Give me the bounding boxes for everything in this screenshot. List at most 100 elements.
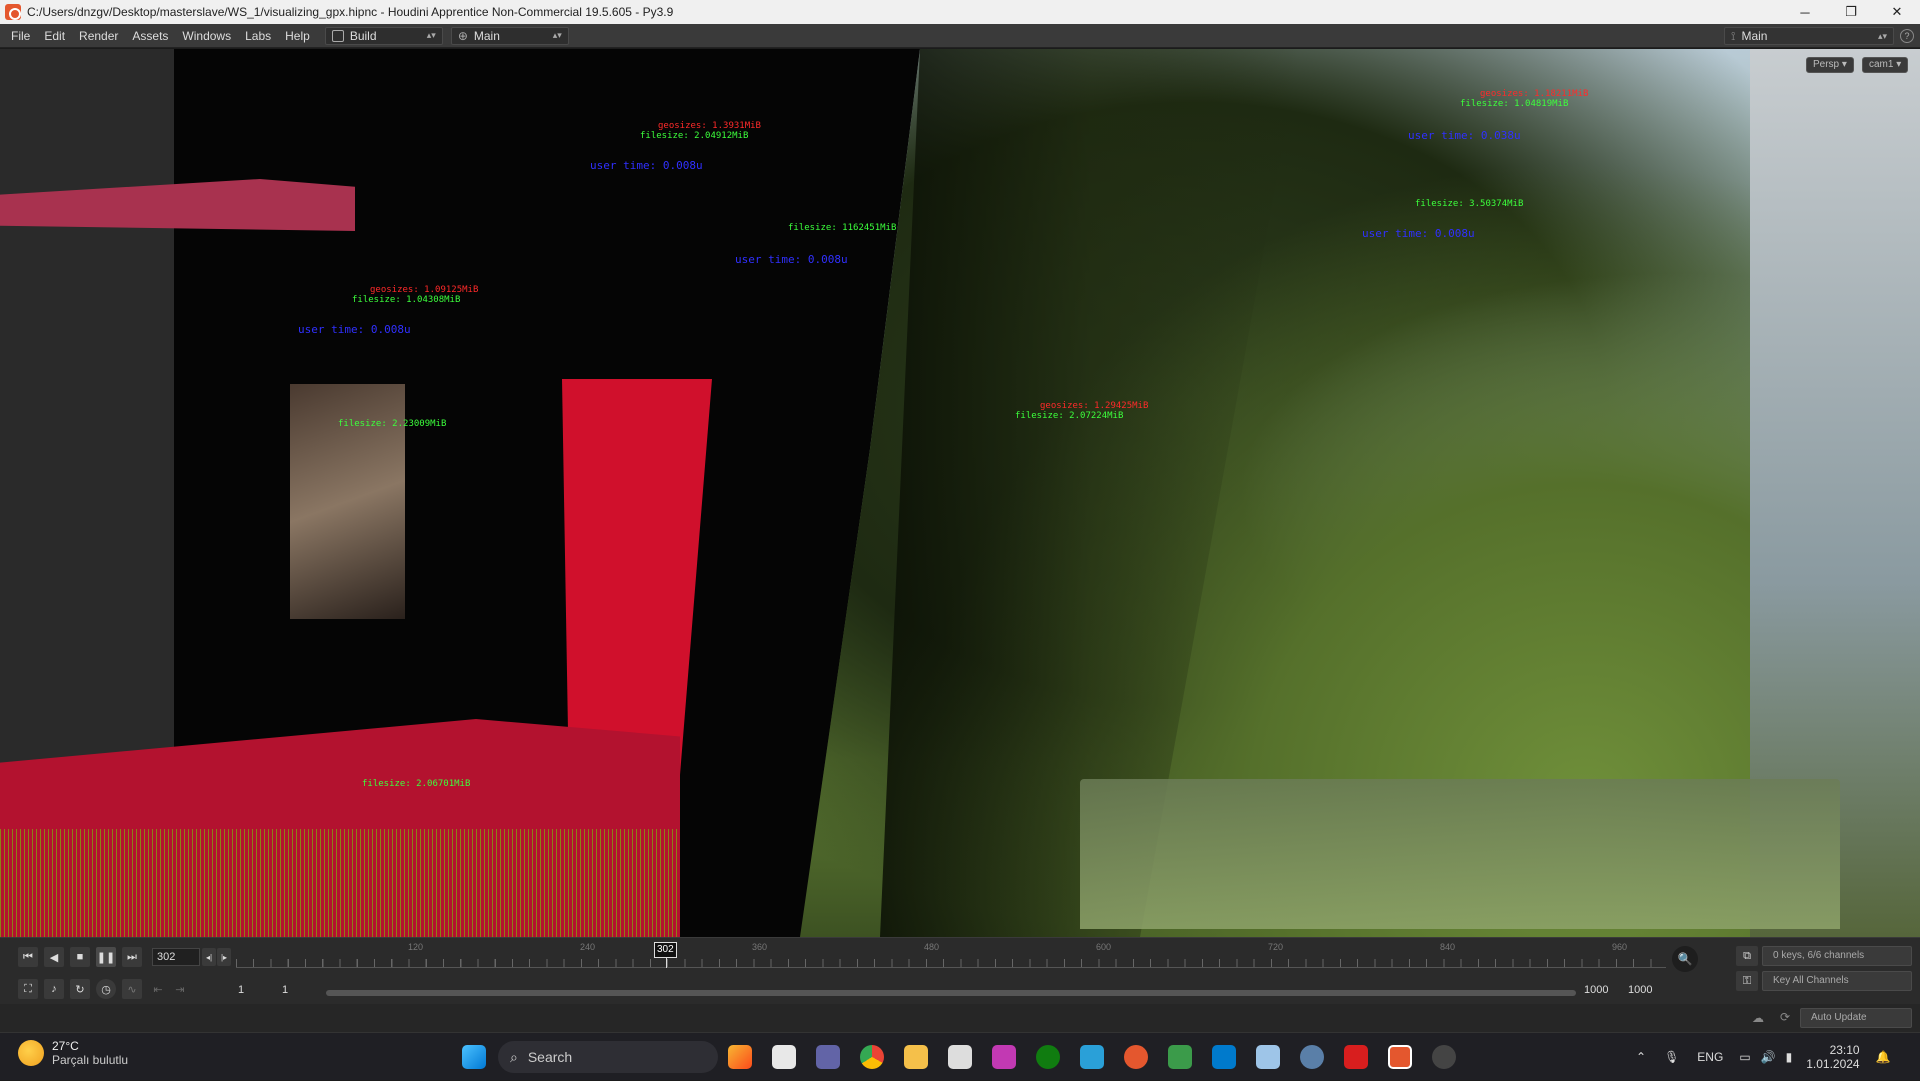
clock-date[interactable]: 1.01.2024	[1806, 1057, 1859, 1071]
frame-range-slider[interactable]	[326, 990, 1576, 996]
minimize-button[interactable]: ─	[1782, 0, 1828, 24]
start-frame-field[interactable]: 1	[234, 982, 274, 1000]
range-end-icon[interactable]: ⇥	[170, 979, 190, 999]
app-icon[interactable]	[1432, 1045, 1456, 1069]
scene-viewport[interactable]: Persp ▾ cam1 ▾ geosizes: 1.3931MiB files…	[0, 49, 1920, 937]
houdini-launcher-icon[interactable]	[1124, 1045, 1148, 1069]
maximize-button[interactable]: ❐	[1828, 0, 1874, 24]
annotation-geosize: geosizes: 1.18211MiB	[1480, 89, 1589, 99]
language-indicator[interactable]: ENG	[1697, 1050, 1723, 1064]
app-icon[interactable]	[992, 1045, 1016, 1069]
range-start-icon[interactable]: ⇤	[148, 979, 168, 999]
task-view-icon[interactable]	[772, 1045, 796, 1069]
windows-taskbar: 27°C Parçalı bulutlu ⌕ Search ⌃ 🎙 ENG ▭ …	[0, 1032, 1920, 1080]
chrome-icon[interactable]	[860, 1045, 884, 1069]
key-icon[interactable]: ⚿	[1736, 971, 1758, 991]
help-icon[interactable]: ?	[1900, 29, 1914, 43]
teams-icon[interactable]	[816, 1045, 840, 1069]
menu-render[interactable]: Render	[72, 24, 125, 48]
dropdown-arrow-icon: ▴▾	[1877, 30, 1887, 41]
keys-channels-info[interactable]: 0 keys, 6/6 channels	[1762, 946, 1912, 966]
battery-icon[interactable]: ▮	[1786, 1050, 1793, 1064]
weather-sun-icon	[18, 1040, 44, 1066]
clock-time[interactable]: 23:10	[1806, 1043, 1860, 1057]
pane-tab-dropdown[interactable]: ⟟ Main ▴▾	[1724, 27, 1894, 45]
audio-icon[interactable]: ♪	[44, 979, 64, 999]
desktop-label: Main	[473, 28, 500, 43]
shelf-set-dropdown[interactable]: Build ▴▾	[324, 26, 443, 45]
pane-tab-label: Main	[1741, 29, 1768, 43]
volume-icon[interactable]: 🔊	[1761, 1050, 1776, 1064]
loop-icon[interactable]: ↻	[70, 979, 90, 999]
menu-assets[interactable]: Assets	[125, 24, 175, 48]
menu-edit[interactable]: Edit	[37, 24, 72, 48]
file-explorer-icon[interactable]	[904, 1045, 928, 1069]
annotation-usertime: user time: 0.008u	[590, 159, 703, 172]
microphone-icon[interactable]: 🎙	[1664, 1050, 1679, 1064]
tick-label: 720	[1268, 942, 1284, 952]
channel-icon[interactable]: ⧉	[1736, 946, 1758, 966]
menu-help[interactable]: Help	[278, 24, 317, 48]
annotation-geosize: geosizes: 1.29425MiB	[1040, 401, 1149, 411]
key-all-channels-button[interactable]: Key All Channels	[1762, 971, 1912, 991]
timeline-cursor[interactable]: 302	[654, 942, 677, 958]
start-windows-icon[interactable]	[462, 1045, 486, 1069]
annotation-usertime: user time: 0.038u	[1408, 129, 1521, 142]
timeline-ticks	[236, 959, 1666, 967]
tick-label: 240	[580, 942, 596, 952]
settings-icon[interactable]	[1300, 1045, 1324, 1069]
weather-widget[interactable]: 27°C Parçalı bulutlu	[18, 1039, 128, 1067]
range-start-field[interactable]: 1	[278, 982, 318, 1000]
notepad-icon[interactable]	[1080, 1045, 1104, 1069]
step-forward-button[interactable]: |▸	[217, 948, 231, 966]
range-end-field[interactable]: 1000	[1580, 982, 1622, 1000]
pause-button[interactable]: ❚❚	[96, 947, 116, 967]
taskbar-search[interactable]: ⌕ Search	[498, 1041, 718, 1073]
camera-menu-button[interactable]: cam1 ▾	[1862, 57, 1909, 73]
audio-scrub-icon[interactable]: 🔍	[1672, 946, 1698, 972]
fps-icon[interactable]: ∿	[122, 979, 142, 999]
annotation-filesize: filesize: 3.50374MiB	[1415, 199, 1524, 209]
jump-to-start-button[interactable]: ⏮	[18, 947, 38, 967]
app-icon[interactable]	[948, 1045, 972, 1069]
app-icon[interactable]	[1256, 1045, 1280, 1069]
vscode-icon[interactable]	[1212, 1045, 1236, 1069]
menu-bar: File Edit Render Assets Windows Labs Hel…	[0, 24, 1920, 48]
tick-label: 360	[752, 942, 768, 952]
annotation-filesize: filesize: 1.04819MiB	[1460, 99, 1569, 109]
annotation-filesize: filesize: 1.04308MiB	[352, 295, 461, 305]
network-icon[interactable]: ▭	[1739, 1050, 1750, 1064]
jump-to-end-button[interactable]: ⏭	[122, 947, 142, 967]
menu-file[interactable]: File	[4, 24, 37, 48]
play-backward-button[interactable]: ◀	[44, 947, 64, 967]
widgets-icon[interactable]	[728, 1045, 752, 1069]
tick-label: 480	[924, 942, 940, 952]
timeline-ruler[interactable]: 120 240 360 480 600 720 840 960 302	[236, 942, 1666, 968]
app-icon[interactable]	[1168, 1045, 1192, 1069]
clock-icon[interactable]: ◷	[96, 979, 116, 999]
desktop-dropdown[interactable]: ⊕ Main ▴▾	[450, 26, 569, 45]
close-button[interactable]: ✕	[1874, 0, 1920, 24]
annotation-usertime: user time: 0.008u	[298, 323, 411, 336]
crosshair-icon: ⊕	[457, 28, 468, 43]
menu-windows[interactable]: Windows	[175, 24, 238, 48]
end-frame-field[interactable]: 1000	[1624, 982, 1666, 1000]
yellow-point-lines	[0, 829, 680, 937]
stop-button[interactable]: ■	[70, 947, 90, 967]
notification-bell-icon[interactable]: 🔔	[1876, 1050, 1891, 1064]
houdini-icon[interactable]	[1388, 1045, 1412, 1069]
tick-label: 600	[1096, 942, 1112, 952]
step-back-button[interactable]: ◂|	[202, 948, 216, 966]
xbox-icon[interactable]	[1036, 1045, 1060, 1069]
cloud-icon: ☁	[1752, 1011, 1764, 1025]
menu-labs[interactable]: Labs	[238, 24, 278, 48]
annotation-filesize: filesize: 2.07224MiB	[1015, 411, 1124, 421]
annotation-geosize: geosizes: 1.3931MiB	[658, 121, 761, 131]
app-icon[interactable]	[1344, 1045, 1368, 1069]
auto-update-dropdown[interactable]: Auto Update	[1800, 1008, 1912, 1028]
persp-menu-button[interactable]: Persp ▾	[1806, 57, 1854, 73]
chevron-up-icon[interactable]: ⌃	[1636, 1050, 1646, 1064]
current-frame-field[interactable]: 302	[152, 948, 200, 966]
tick-label: 960	[1612, 942, 1628, 952]
realtime-toggle-icon[interactable]: ⛶	[18, 979, 38, 999]
